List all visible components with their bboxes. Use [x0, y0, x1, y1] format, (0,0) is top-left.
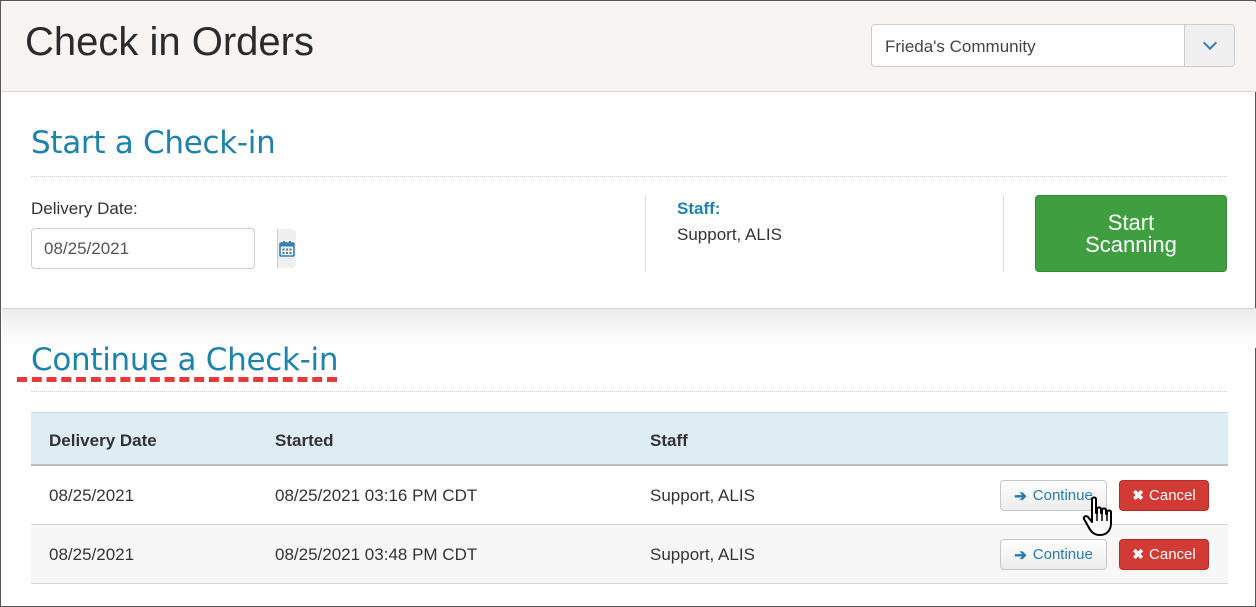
cell-staff: Support, ALIS — [650, 545, 755, 564]
community-select[interactable]: Frieda's Community — [871, 24, 1235, 67]
column-header-started: Started — [275, 431, 334, 450]
close-icon: ✖ — [1132, 487, 1145, 503]
delivery-date-picker — [31, 228, 296, 269]
column-header-staff: Staff — [650, 431, 688, 450]
page-title: Check in Orders — [25, 20, 314, 64]
annotation-underline — [17, 377, 337, 383]
cell-delivery-date: 08/25/2021 — [49, 545, 135, 564]
section-divider — [31, 176, 1227, 177]
staff-label: Staff: — [677, 199, 721, 218]
table-row: 08/25/2021 08/25/2021 03:16 PM CDT Suppo… — [31, 466, 1228, 525]
checkin-table: Delivery Date Started Staff 08/25/2021 0… — [31, 412, 1228, 584]
table-header: Delivery Date Started Staff — [31, 412, 1228, 466]
cancel-button[interactable]: ✖ Cancel — [1119, 480, 1209, 511]
table-row: 08/25/2021 08/25/2021 03:48 PM CDT Suppo… — [31, 525, 1228, 584]
calendar-icon — [279, 240, 295, 257]
staff-value: Support, ALIS — [677, 225, 782, 244]
start-scanning-button[interactable]: Start Scanning — [1035, 195, 1227, 272]
delivery-date-label: Delivery Date: — [31, 199, 138, 218]
start-checkin-title: Start a Check-in — [31, 125, 276, 161]
arrow-right-icon: ➔ — [1014, 487, 1027, 505]
page-header: Check in Orders Frieda's Community — [2, 2, 1256, 92]
community-select-value: Frieda's Community — [885, 37, 1036, 56]
cancel-label: Cancel — [1149, 487, 1196, 504]
cancel-label: Cancel — [1149, 546, 1196, 563]
arrow-right-icon: ➔ — [1014, 546, 1027, 564]
cell-started: 08/25/2021 03:48 PM CDT — [275, 545, 478, 564]
column-divider — [1003, 195, 1004, 272]
community-select-toggle[interactable] — [1184, 25, 1234, 66]
column-divider — [645, 195, 646, 272]
cell-started: 08/25/2021 03:16 PM CDT — [275, 486, 478, 505]
hand-pointer-icon — [1082, 496, 1112, 536]
continue-button[interactable]: ➔ Continue — [1000, 539, 1107, 570]
cell-staff: Support, ALIS — [650, 486, 755, 505]
continue-checkin-title: Continue a Check-in — [31, 342, 339, 378]
continue-label: Continue — [1032, 546, 1093, 563]
column-header-delivery-date: Delivery Date — [49, 431, 157, 450]
app-window: Check in Orders Frieda's Community Start… — [0, 0, 1256, 607]
start-scanning-label: Start Scanning — [1085, 209, 1177, 257]
chevron-down-icon — [1202, 35, 1217, 51]
cell-delivery-date: 08/25/2021 — [49, 486, 135, 505]
delivery-date-input[interactable] — [32, 229, 277, 268]
cancel-button[interactable]: ✖ Cancel — [1119, 539, 1209, 570]
close-icon: ✖ — [1132, 546, 1145, 562]
section-divider — [31, 391, 1227, 392]
calendar-button[interactable] — [277, 229, 296, 268]
